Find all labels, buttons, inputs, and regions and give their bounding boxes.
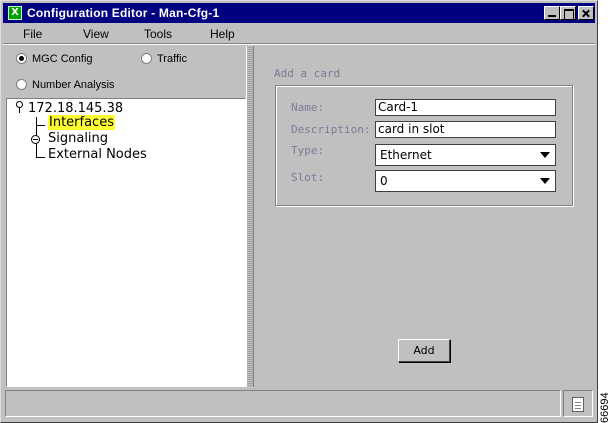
type-selected-value: Ethernet [380, 148, 432, 162]
tree-node-interfaces[interactable]: Interfaces [48, 115, 115, 130]
status-icon-panel [563, 390, 593, 417]
menu-help[interactable]: Help [210, 27, 235, 41]
mgc-config-radio[interactable]: MGC Config [16, 53, 93, 65]
pane-splitter[interactable] [246, 46, 254, 387]
tree-node-label: Signaling [48, 131, 109, 146]
config-tree[interactable]: 172.18.145.38 Interfaces Signaling Exter… [6, 98, 246, 387]
description-field[interactable]: card in slot [375, 121, 556, 138]
menu-tools[interactable]: Tools [144, 27, 172, 41]
group-title: Add a card [274, 67, 341, 80]
tree-root-node[interactable]: 172.18.145.38 [15, 101, 123, 116]
menu-bar: File View Tools Help [3, 25, 595, 43]
menu-separator [3, 43, 595, 45]
add-button[interactable]: Add [398, 339, 450, 362]
status-bar [5, 390, 561, 417]
tree-node-external-nodes[interactable]: External Nodes [48, 147, 147, 162]
name-field[interactable]: Card-1 [375, 99, 556, 116]
slot-dropdown[interactable]: 0 [375, 170, 556, 192]
expand-signaling-icon[interactable] [31, 135, 40, 144]
tree-node-label: External Nodes [48, 147, 147, 162]
figure-id: 66694 [599, 392, 611, 423]
traffic-radio[interactable]: Traffic [141, 53, 187, 65]
tree-node-label: Interfaces [48, 115, 115, 130]
description-label: Description: [291, 123, 371, 136]
window-title: Configuration Editor - Man-Cfg-1 [27, 6, 220, 20]
maximize-button[interactable] [560, 6, 576, 20]
detail-pane: Add a card Name: Card-1 Description: car… [256, 46, 595, 387]
radio-unselected-icon [16, 79, 27, 90]
menu-file[interactable]: File [23, 27, 42, 41]
type-dropdown[interactable]: Ethernet [375, 144, 556, 166]
type-label: Type: [291, 144, 325, 157]
minimize-button[interactable] [544, 6, 560, 20]
traffic-label: Traffic [157, 53, 187, 65]
slot-selected-value: 0 [380, 174, 388, 188]
title-bar[interactable]: X Configuration Editor - Man-Cfg-1 [3, 3, 595, 23]
tree-root-label: 172.18.145.38 [28, 101, 124, 116]
document-icon[interactable] [572, 397, 584, 412]
slot-label: Slot: [291, 171, 325, 184]
radio-unselected-icon [141, 53, 152, 64]
number-analysis-label: Number Analysis [32, 79, 115, 91]
radio-selected-icon [16, 53, 27, 64]
root-node-icon [15, 101, 24, 113]
mgc-config-label: MGC Config [32, 53, 93, 65]
close-button[interactable] [578, 6, 594, 20]
dropdown-arrow-icon[interactable] [540, 178, 550, 184]
tree-connector [36, 157, 45, 158]
number-analysis-radio[interactable]: Number Analysis [16, 79, 115, 91]
name-label: Name: [291, 101, 325, 114]
navigation-pane: MGC Config Traffic Number Analysis 172.1… [5, 46, 246, 387]
tree-node-signaling[interactable]: Signaling [48, 131, 108, 146]
configuration-editor-window: X Configuration Editor - Man-Cfg-1 File … [0, 0, 598, 423]
menu-view[interactable]: View [83, 27, 109, 41]
app-icon[interactable]: X [8, 6, 22, 20]
tree-connector [36, 125, 45, 126]
dropdown-arrow-icon[interactable] [540, 152, 550, 158]
add-card-group: Name: Card-1 Description: card in slot T… [275, 85, 573, 206]
